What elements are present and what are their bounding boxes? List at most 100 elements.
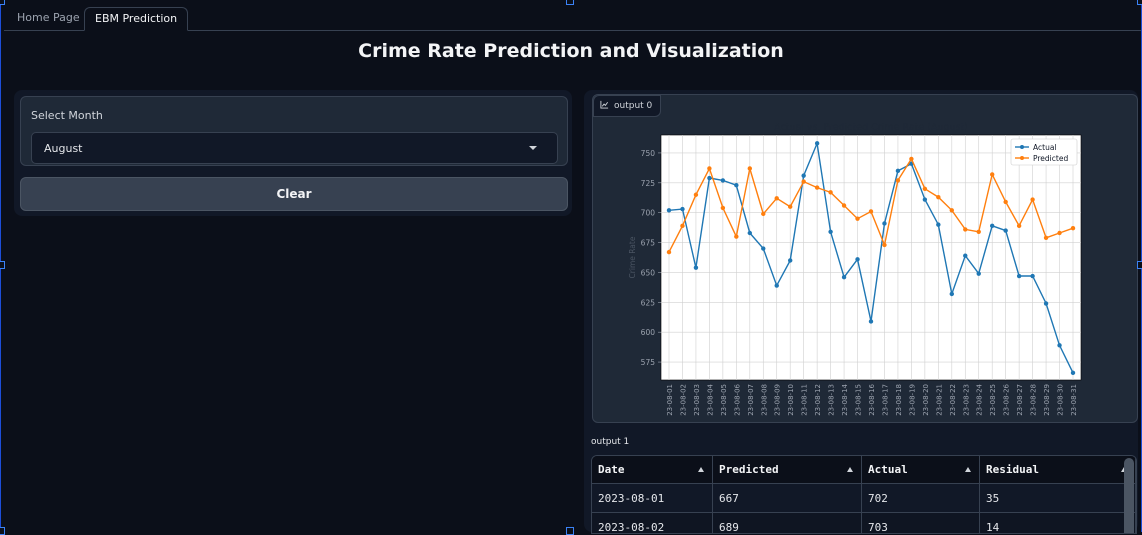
x-tick-label: 23-08-11: [801, 384, 809, 416]
y-axis-label: Crime Rate: [628, 236, 637, 278]
tab-home-page[interactable]: Home Page: [7, 7, 90, 29]
data-point-predicted: [720, 205, 726, 211]
x-tick-label: 23-08-19: [908, 384, 916, 416]
data-point-predicted: [976, 229, 981, 235]
data-point-actual: [1016, 273, 1022, 279]
resize-handle[interactable]: [0, 0, 5, 5]
y-tick-label: 675: [641, 239, 656, 248]
table-cell[interactable]: 667: [712, 483, 862, 513]
data-point-actual: [680, 206, 685, 212]
data-point-actual: [976, 271, 981, 276]
x-tick-label: 23-08-05: [720, 384, 728, 416]
chart-svg: Actual vs. Predicted Crime Rate (August)…: [628, 122, 1082, 416]
x-tick-label: 23-08-13: [828, 384, 836, 416]
column-header-date[interactable]: Date: [592, 456, 713, 484]
table-scrollbar[interactable]: [1124, 458, 1134, 533]
data-point-actual: [788, 258, 793, 263]
x-tick-label: 23-08-24: [976, 383, 984, 415]
month-dropdown-label: Select Month: [31, 109, 103, 122]
column-header-actual[interactable]: Actual: [861, 456, 980, 484]
column-header-predicted[interactable]: Predicted: [712, 456, 862, 484]
data-point-actual: [1043, 301, 1049, 306]
data-point-predicted: [963, 227, 968, 232]
data-point-actual: [761, 246, 766, 251]
table-row[interactable]: 2023-08-02 689 703 14: [592, 512, 1136, 533]
data-point-actual: [666, 208, 672, 213]
x-tick-label: 23-08-18: [895, 384, 903, 416]
x-tick-label: 23-08-02: [679, 384, 687, 416]
data-point-predicted: [747, 166, 752, 171]
data-point-actual: [1030, 273, 1035, 279]
data-point-predicted: [1057, 230, 1062, 236]
chevron-down-icon[interactable]: [529, 146, 537, 150]
sort-icon[interactable]: [847, 467, 853, 472]
data-point-predicted: [990, 172, 995, 177]
data-point-predicted: [1030, 197, 1035, 202]
x-tick-label: 23-08-17: [881, 384, 889, 416]
data-point-predicted: [828, 190, 833, 195]
x-tick-label: 23-08-22: [949, 384, 957, 416]
sort-icon[interactable]: [698, 467, 704, 472]
x-tick-label: 23-08-20: [922, 384, 930, 416]
table-header-row: Date Predicted Actual Residual: [592, 456, 1136, 484]
table-cell[interactable]: 35: [979, 483, 1136, 513]
data-point-actual: [801, 173, 806, 178]
data-point-actual: [936, 222, 941, 227]
legend-label: Actual: [1033, 143, 1057, 152]
x-tick-label: 23-08-06: [733, 383, 741, 415]
resize-handle[interactable]: [1137, 0, 1142, 5]
data-point-predicted: [801, 179, 806, 184]
resize-handle[interactable]: [0, 261, 5, 269]
resize-handle[interactable]: [1137, 261, 1142, 269]
column-header-date-label: Date: [598, 463, 625, 476]
results-table: Date Predicted Actual Residual 2023-08-0…: [591, 455, 1137, 534]
month-dropdown[interactable]: August: [31, 132, 558, 164]
data-point-predicted: [734, 234, 739, 239]
resize-handle[interactable]: [0, 527, 5, 535]
x-tick-label: 23-08-03: [693, 384, 701, 416]
x-tick-label: 23-08-07: [747, 384, 755, 416]
data-point-actual: [868, 319, 874, 324]
data-point-actual: [1070, 370, 1076, 376]
x-tick-label: 23-08-27: [1016, 384, 1024, 416]
table-row[interactable]: 2023-08-01 667 702 35: [592, 483, 1136, 513]
data-point-predicted: [1016, 223, 1022, 229]
y-tick-label: 600: [641, 328, 656, 337]
sort-icon[interactable]: [965, 467, 971, 472]
x-tick-label: 23-08-25: [989, 384, 997, 416]
data-point-actual: [990, 223, 995, 229]
data-point-predicted: [680, 223, 685, 229]
table-cell[interactable]: 689: [712, 512, 862, 533]
data-point-predicted: [666, 249, 672, 255]
x-tick-label: 23-08-04: [706, 383, 714, 415]
y-tick-label: 750: [641, 149, 656, 158]
data-point-predicted: [774, 196, 779, 201]
data-point-actual: [814, 141, 820, 146]
x-tick-label: 23-08-29: [1043, 384, 1051, 416]
table-cell[interactable]: 2023-08-01: [592, 483, 713, 513]
x-tick-label: 23-08-31: [1070, 384, 1078, 416]
tab-ebm-prediction[interactable]: EBM Prediction: [84, 7, 189, 31]
data-point-actual: [949, 291, 954, 297]
column-header-residual[interactable]: Residual: [979, 456, 1136, 484]
table-cell[interactable]: 2023-08-02: [592, 512, 713, 533]
x-tick-label: 23-08-12: [814, 384, 822, 416]
y-tick-label: 700: [641, 209, 656, 218]
data-point-actual: [774, 283, 779, 288]
table-cell[interactable]: 702: [861, 483, 980, 513]
clear-button[interactable]: Clear: [20, 177, 568, 211]
data-point-predicted: [761, 211, 766, 217]
chart-icon: [600, 100, 609, 109]
data-point-actual: [707, 175, 712, 181]
x-tick-label: 23-08-01: [666, 384, 674, 416]
data-point-predicted: [707, 166, 712, 171]
table-cell[interactable]: 703: [861, 512, 980, 533]
resize-handle[interactable]: [566, 527, 574, 535]
resize-handle[interactable]: [566, 0, 574, 5]
data-point-actual: [720, 178, 726, 183]
data-point-actual: [963, 253, 968, 258]
column-header-predicted-label: Predicted: [719, 463, 779, 476]
table-cell[interactable]: 14: [979, 512, 1136, 533]
data-point-actual: [922, 197, 928, 202]
data-point-actual: [828, 229, 833, 235]
